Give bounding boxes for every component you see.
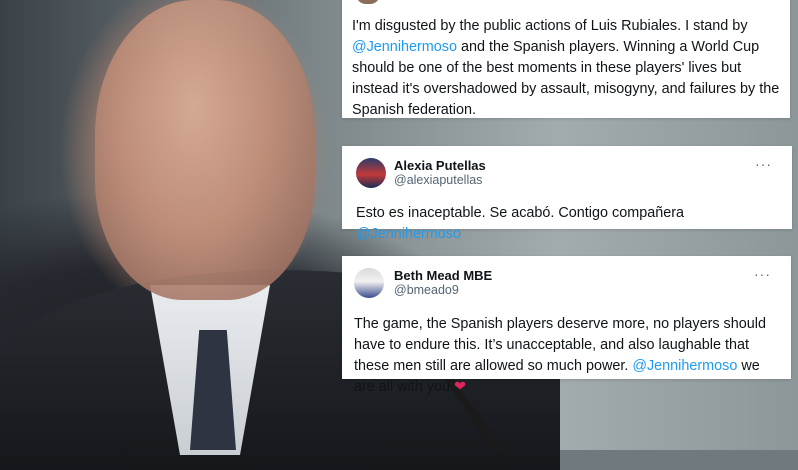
- mention-link[interactable]: @Jennihermoso: [356, 226, 461, 242]
- heart-icon: ❤: [453, 379, 467, 395]
- tweet-text: The game, the Spanish players deserve mo…: [354, 316, 766, 395]
- avatar[interactable]: [356, 0, 380, 4]
- more-options-icon[interactable]: ···: [754, 266, 771, 282]
- tweet-card-1[interactable]: I'm disgusted by the public actions of L…: [342, 0, 790, 118]
- avatar[interactable]: [354, 268, 384, 298]
- more-options-icon[interactable]: ···: [755, 156, 772, 172]
- user-handle[interactable]: @alexiaputellas: [394, 173, 486, 187]
- tweet-text: Esto es inaceptable. Se acabó. Contigo c…: [356, 205, 684, 242]
- display-name[interactable]: Alexia Putellas: [394, 158, 486, 173]
- tweet-card-2[interactable]: Alexia Putellas @alexiaputellas ··· Esto…: [342, 146, 792, 242]
- display-name[interactable]: Beth Mead MBE: [394, 268, 492, 283]
- mention-link[interactable]: @Jennihermoso: [352, 39, 457, 55]
- mention-link[interactable]: @Jennihermoso: [632, 358, 737, 374]
- avatar[interactable]: [356, 158, 386, 188]
- photo-head: [95, 0, 315, 300]
- user-handle[interactable]: @bmeado9: [394, 283, 492, 297]
- user-info: Alexia Putellas @alexiaputellas: [394, 158, 486, 187]
- user-info: Beth Mead MBE @bmeado9: [394, 268, 492, 297]
- tweet-card-3[interactable]: Beth Mead MBE @bmeado9 ··· The game, the…: [342, 256, 791, 395]
- tweet-text: I'm disgusted by the public actions of L…: [352, 18, 780, 118]
